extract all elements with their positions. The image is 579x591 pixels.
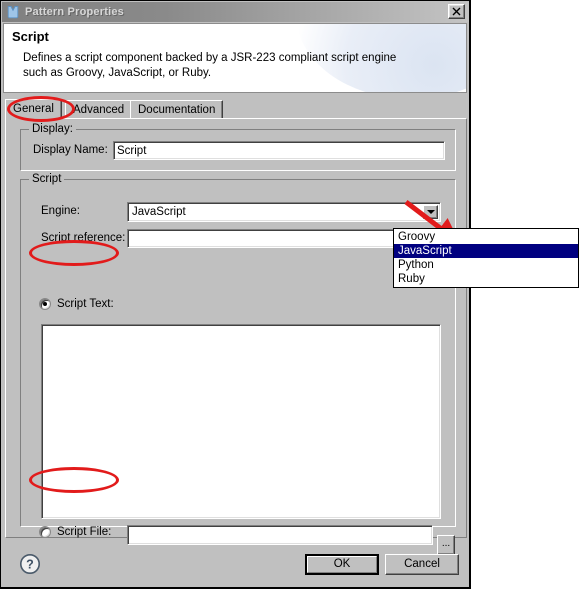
ok-button[interactable]: OK: [305, 554, 379, 575]
svg-text:?: ?: [26, 558, 34, 572]
pattern-properties-dialog: Pattern Properties Script Defines a scri…: [0, 0, 471, 589]
script-text-editor[interactable]: [41, 324, 441, 519]
script-text-label: Script Text:: [57, 298, 114, 310]
tab-panel-general: Display: Display Name: Script Script Eng…: [5, 118, 467, 555]
script-file-radio[interactable]: [39, 526, 51, 538]
script-file-radio-row[interactable]: Script File:: [39, 526, 111, 538]
script-file-label: Script File:: [57, 526, 112, 538]
engine-combobox[interactable]: JavaScript: [127, 202, 441, 222]
display-name-label: Display Name:: [33, 144, 108, 156]
script-file-input[interactable]: [127, 525, 433, 545]
chevron-down-icon[interactable]: [423, 205, 438, 219]
script-text-radio[interactable]: [39, 298, 51, 310]
display-group: Display: Display Name: Script: [20, 123, 456, 171]
vest-icon: [5, 4, 21, 20]
engine-combobox-value: JavaScript: [132, 206, 186, 218]
engine-dropdown-list[interactable]: Groovy JavaScript Python Ruby: [393, 228, 579, 288]
script-group: Script Engine: JavaScript Script referen…: [20, 173, 456, 555]
engine-option-javascript[interactable]: JavaScript: [394, 244, 578, 258]
display-group-title: Display:: [29, 123, 76, 135]
engine-option-python[interactable]: Python: [394, 258, 578, 272]
help-button[interactable]: ?: [19, 553, 41, 575]
tab-general[interactable]: General: [5, 99, 62, 119]
engine-label: Engine:: [41, 205, 81, 217]
tab-strip: General Advanced Documentation: [5, 99, 467, 119]
ok-button-label: OK: [307, 556, 377, 573]
dialog-footer: ? OK Cancel: [3, 543, 467, 586]
tab-advanced[interactable]: Advanced: [65, 100, 133, 118]
window-title: Pattern Properties: [25, 6, 124, 18]
script-reference-label: Script reference:: [41, 232, 126, 244]
tab-documentation[interactable]: Documentation: [130, 100, 224, 118]
header-banner: Script Defines a script component backed…: [3, 23, 467, 93]
engine-option-groovy[interactable]: Groovy: [394, 230, 578, 244]
engine-option-ruby[interactable]: Ruby: [394, 272, 578, 286]
cancel-button[interactable]: Cancel: [385, 554, 459, 575]
close-button[interactable]: [448, 4, 465, 19]
page-description: Defines a script component backed by a J…: [23, 52, 397, 79]
script-text-radio-row[interactable]: Script Text:: [39, 298, 114, 310]
display-name-input[interactable]: Script: [113, 141, 445, 160]
page-title: Script: [12, 29, 49, 44]
title-bar: Pattern Properties: [2, 2, 469, 22]
script-group-title: Script: [29, 173, 65, 185]
